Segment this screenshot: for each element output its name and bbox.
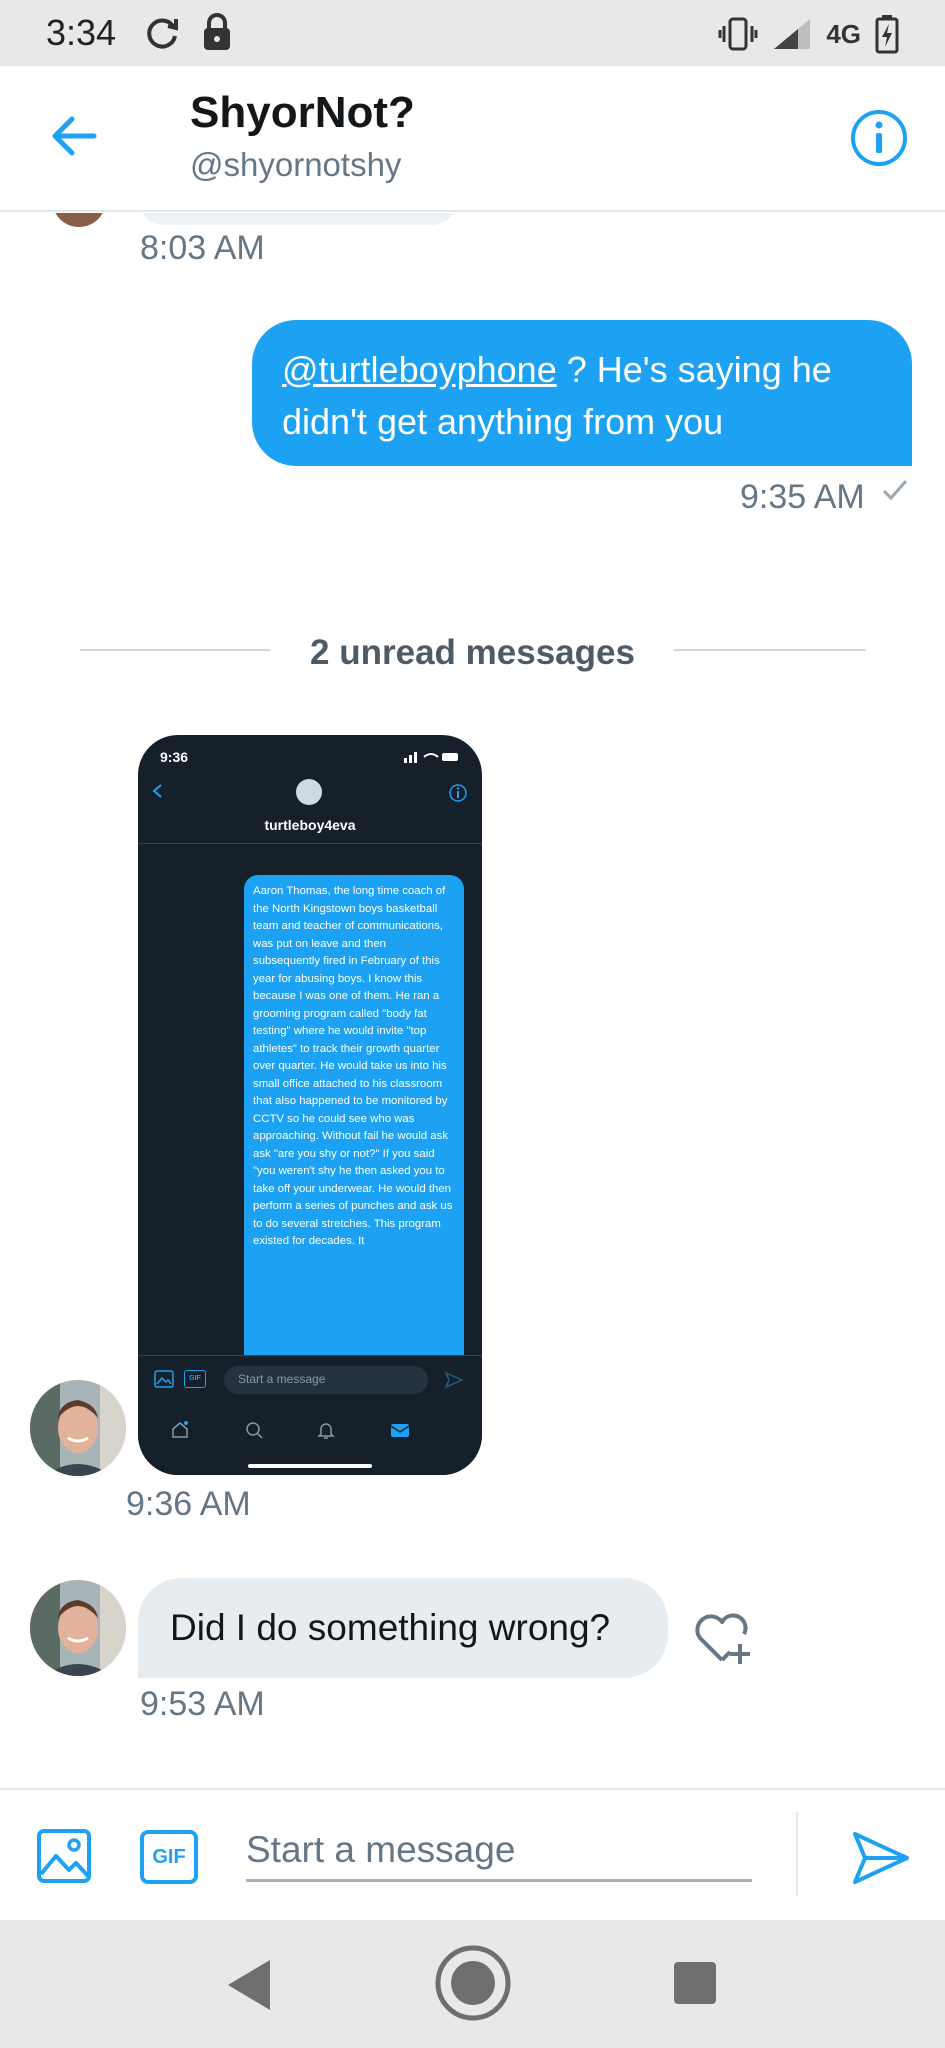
avatar-photo (30, 1580, 126, 1676)
avatar[interactable] (30, 1380, 126, 1476)
embedded-avatar (296, 779, 322, 805)
message-timestamp: 9:35 AM (740, 478, 865, 516)
embedded-composer: GIF Start a message (138, 1355, 482, 1475)
embedded-messages-tab-icon (390, 1424, 410, 1437)
divider-line (674, 649, 866, 651)
message-input[interactable]: Start a message (246, 1818, 752, 1882)
mention-link[interactable]: @turtleboyphone (282, 349, 557, 390)
embedded-conversation-name: turtleboy4eva (264, 817, 356, 833)
message-timestamp: 9:53 AM (140, 1685, 265, 1723)
message-timestamp: 9:36 AM (126, 1485, 251, 1523)
embedded-info-icon (449, 784, 467, 802)
incoming-message-bubble[interactable]: Did I do something wrong? (138, 1578, 668, 1678)
info-icon[interactable] (849, 108, 909, 168)
image-attachment[interactable]: 9:36 turtleboy4eva Aaron Thomas, the lon… (138, 735, 482, 1475)
embedded-gif-icon: GIF (184, 1370, 206, 1388)
embedded-status-icons (404, 752, 458, 763)
unread-divider: 2 unread messages (310, 633, 635, 672)
nav-back-icon[interactable] (222, 1956, 274, 2014)
embedded-send-icon (444, 1371, 464, 1389)
sent-check-icon (882, 480, 908, 501)
nav-recents-icon[interactable] (674, 1962, 716, 2004)
avatar-photo (30, 1380, 126, 1476)
network-type: 4G (826, 18, 861, 49)
conversation-handle[interactable]: @shyornotshy (190, 146, 401, 184)
embedded-home-tab-icon (172, 1421, 188, 1438)
embedded-search-tab-icon (246, 1422, 263, 1439)
lock-icon (204, 13, 230, 50)
sync-icon (147, 18, 178, 49)
add-reaction-heart-icon[interactable] (690, 1608, 754, 1668)
status-indicators: 4G (718, 12, 899, 56)
embedded-message-bubble: Aaron Thomas, the long time coach of the… (244, 875, 464, 1375)
conversation-name[interactable]: ShyorNot? (190, 88, 415, 138)
message-composer: GIF Start a message (0, 1788, 945, 1918)
gif-button[interactable]: GIF (140, 1830, 198, 1884)
composer-divider (796, 1812, 798, 1896)
status-time: 3:34 (46, 12, 117, 53)
battery-charging-icon (875, 15, 899, 54)
embedded-home-indicator (248, 1464, 372, 1468)
back-arrow-icon[interactable] (44, 106, 104, 166)
vibrate-icon (718, 17, 758, 51)
message-timestamp: 8:03 AM (140, 229, 265, 267)
embedded-notifications-tab-icon (317, 1423, 335, 1439)
avatar[interactable] (52, 213, 106, 227)
signal-icon (774, 19, 811, 49)
nav-home-icon[interactable] (434, 1944, 512, 2022)
message-list[interactable]: 8:03 AM @turtleboyphone ? He's saying he… (0, 213, 945, 1788)
embedded-image-icon (154, 1370, 174, 1388)
message-bubble-partial[interactable] (138, 213, 458, 225)
embedded-back-icon (152, 784, 162, 798)
conversation-header: ShyorNot? @shyornotshy (0, 66, 945, 212)
embedded-divider (138, 843, 482, 844)
image-icon[interactable] (36, 1828, 92, 1884)
outgoing-message-bubble[interactable]: @turtleboyphone ? He's saying he didn't … (252, 320, 912, 466)
system-nav-bar (0, 1920, 945, 2048)
avatar[interactable] (30, 1580, 126, 1676)
send-icon[interactable] (851, 1828, 911, 1888)
embedded-message-input: Start a message (224, 1366, 428, 1394)
embedded-status-time: 9:36 (160, 749, 189, 765)
status-bar: 3:34 4G (0, 0, 945, 66)
